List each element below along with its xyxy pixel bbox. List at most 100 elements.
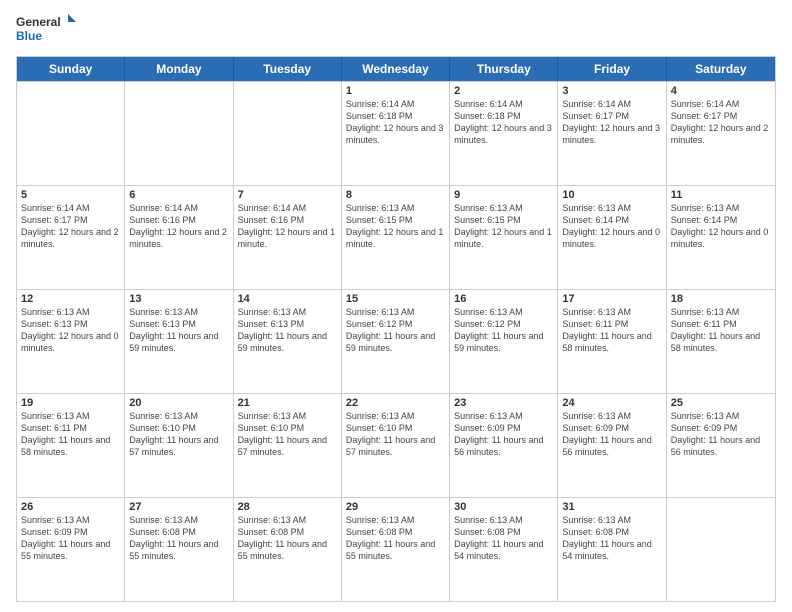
calendar-day-30: 30Sunrise: 6:13 AM Sunset: 6:08 PM Dayli… — [450, 498, 558, 601]
calendar-day-15: 15Sunrise: 6:13 AM Sunset: 6:12 PM Dayli… — [342, 290, 450, 393]
day-number: 28 — [238, 501, 337, 513]
day-info: Sunrise: 6:13 AM Sunset: 6:11 PM Dayligh… — [562, 306, 661, 355]
day-info: Sunrise: 6:13 AM Sunset: 6:10 PM Dayligh… — [238, 410, 337, 459]
day-number: 24 — [562, 397, 661, 409]
day-number: 31 — [562, 501, 661, 513]
day-info: Sunrise: 6:13 AM Sunset: 6:08 PM Dayligh… — [454, 514, 553, 563]
day-info: Sunrise: 6:13 AM Sunset: 6:08 PM Dayligh… — [129, 514, 228, 563]
day-info: Sunrise: 6:13 AM Sunset: 6:09 PM Dayligh… — [454, 410, 553, 459]
day-header-monday: Monday — [125, 57, 233, 81]
svg-text:General: General — [16, 15, 61, 29]
day-info: Sunrise: 6:14 AM Sunset: 6:17 PM Dayligh… — [671, 98, 771, 147]
day-info: Sunrise: 6:13 AM Sunset: 6:12 PM Dayligh… — [454, 306, 553, 355]
day-header-saturday: Saturday — [667, 57, 775, 81]
calendar-day-23: 23Sunrise: 6:13 AM Sunset: 6:09 PM Dayli… — [450, 394, 558, 497]
day-info: Sunrise: 6:13 AM Sunset: 6:14 PM Dayligh… — [562, 202, 661, 251]
day-number: 17 — [562, 293, 661, 305]
calendar-day-28: 28Sunrise: 6:13 AM Sunset: 6:08 PM Dayli… — [234, 498, 342, 601]
calendar-day-3: 3Sunrise: 6:14 AM Sunset: 6:17 PM Daylig… — [558, 82, 666, 185]
calendar-day-17: 17Sunrise: 6:13 AM Sunset: 6:11 PM Dayli… — [558, 290, 666, 393]
day-number: 29 — [346, 501, 445, 513]
calendar-day-13: 13Sunrise: 6:13 AM Sunset: 6:13 PM Dayli… — [125, 290, 233, 393]
day-number: 27 — [129, 501, 228, 513]
day-info: Sunrise: 6:13 AM Sunset: 6:10 PM Dayligh… — [346, 410, 445, 459]
day-info: Sunrise: 6:13 AM Sunset: 6:13 PM Dayligh… — [21, 306, 120, 355]
day-info: Sunrise: 6:14 AM Sunset: 6:17 PM Dayligh… — [562, 98, 661, 147]
day-number: 26 — [21, 501, 120, 513]
day-info: Sunrise: 6:13 AM Sunset: 6:08 PM Dayligh… — [346, 514, 445, 563]
day-info: Sunrise: 6:14 AM Sunset: 6:18 PM Dayligh… — [454, 98, 553, 147]
day-number: 1 — [346, 85, 445, 97]
day-info: Sunrise: 6:13 AM Sunset: 6:15 PM Dayligh… — [454, 202, 553, 251]
logo-svg: General Blue — [16, 10, 76, 50]
day-info: Sunrise: 6:14 AM Sunset: 6:17 PM Dayligh… — [21, 202, 120, 251]
calendar-day-5: 5Sunrise: 6:14 AM Sunset: 6:17 PM Daylig… — [17, 186, 125, 289]
day-info: Sunrise: 6:13 AM Sunset: 6:11 PM Dayligh… — [21, 410, 120, 459]
day-info: Sunrise: 6:13 AM Sunset: 6:14 PM Dayligh… — [671, 202, 771, 251]
calendar-day-9: 9Sunrise: 6:13 AM Sunset: 6:15 PM Daylig… — [450, 186, 558, 289]
calendar-day-2: 2Sunrise: 6:14 AM Sunset: 6:18 PM Daylig… — [450, 82, 558, 185]
calendar-empty-cell — [125, 82, 233, 185]
calendar-day-26: 26Sunrise: 6:13 AM Sunset: 6:09 PM Dayli… — [17, 498, 125, 601]
day-number: 2 — [454, 85, 553, 97]
logo: General Blue — [16, 10, 76, 50]
calendar-day-6: 6Sunrise: 6:14 AM Sunset: 6:16 PM Daylig… — [125, 186, 233, 289]
calendar-day-24: 24Sunrise: 6:13 AM Sunset: 6:09 PM Dayli… — [558, 394, 666, 497]
calendar-day-27: 27Sunrise: 6:13 AM Sunset: 6:08 PM Dayli… — [125, 498, 233, 601]
day-info: Sunrise: 6:13 AM Sunset: 6:13 PM Dayligh… — [129, 306, 228, 355]
calendar-day-18: 18Sunrise: 6:13 AM Sunset: 6:11 PM Dayli… — [667, 290, 775, 393]
day-number: 8 — [346, 189, 445, 201]
day-number: 19 — [21, 397, 120, 409]
calendar-day-31: 31Sunrise: 6:13 AM Sunset: 6:08 PM Dayli… — [558, 498, 666, 601]
day-number: 4 — [671, 85, 771, 97]
day-number: 21 — [238, 397, 337, 409]
calendar-day-22: 22Sunrise: 6:13 AM Sunset: 6:10 PM Dayli… — [342, 394, 450, 497]
calendar-body: 1 Sunrise: 6:14 AM Sunset: 6:18 PM Daylig… — [17, 81, 775, 601]
day-number: 11 — [671, 189, 771, 201]
day-number: 5 — [21, 189, 120, 201]
day-number: 15 — [346, 293, 445, 305]
day-header-friday: Friday — [558, 57, 666, 81]
day-info: Sunrise: 6:13 AM Sunset: 6:08 PM Dayligh… — [562, 514, 661, 563]
day-number: 9 — [454, 189, 553, 201]
day-info: Sunrise: 6:14 AM Sunset: 6:16 PM Dayligh… — [238, 202, 337, 251]
day-number: 16 — [454, 293, 553, 305]
day-header-sunday: Sunday — [17, 57, 125, 81]
calendar: SundayMondayTuesdayWednesdayThursdayFrid… — [16, 56, 776, 602]
calendar-day-11: 11Sunrise: 6:13 AM Sunset: 6:14 PM Dayli… — [667, 186, 775, 289]
svg-text:Blue: Blue — [16, 29, 42, 43]
day-header-wednesday: Wednesday — [342, 57, 450, 81]
day-info: Sunrise: 6:13 AM Sunset: 6:09 PM Dayligh… — [671, 410, 771, 459]
day-number: 12 — [21, 293, 120, 305]
day-info: Sunrise: 6:13 AM Sunset: 6:10 PM Dayligh… — [129, 410, 228, 459]
day-number: 10 — [562, 189, 661, 201]
calendar-day-21: 21Sunrise: 6:13 AM Sunset: 6:10 PM Dayli… — [234, 394, 342, 497]
day-number: 7 — [238, 189, 337, 201]
calendar-empty-cell — [234, 82, 342, 185]
calendar-day-19: 19Sunrise: 6:13 AM Sunset: 6:11 PM Dayli… — [17, 394, 125, 497]
day-info: Sunrise: 6:13 AM Sunset: 6:09 PM Dayligh… — [21, 514, 120, 563]
day-number: 25 — [671, 397, 771, 409]
day-number: 14 — [238, 293, 337, 305]
day-number: 30 — [454, 501, 553, 513]
day-header-thursday: Thursday — [450, 57, 558, 81]
calendar-day-14: 14Sunrise: 6:13 AM Sunset: 6:13 PM Dayli… — [234, 290, 342, 393]
day-info: Sunrise: 6:13 AM Sunset: 6:12 PM Dayligh… — [346, 306, 445, 355]
calendar-day-29: 29Sunrise: 6:13 AM Sunset: 6:08 PM Dayli… — [342, 498, 450, 601]
calendar-day-10: 10Sunrise: 6:13 AM Sunset: 6:14 PM Dayli… — [558, 186, 666, 289]
day-number: 3 — [562, 85, 661, 97]
day-number: 23 — [454, 397, 553, 409]
calendar-day-7: 7Sunrise: 6:14 AM Sunset: 6:16 PM Daylig… — [234, 186, 342, 289]
calendar-week-4: 19Sunrise: 6:13 AM Sunset: 6:11 PM Dayli… — [17, 393, 775, 497]
calendar-day-20: 20Sunrise: 6:13 AM Sunset: 6:10 PM Dayli… — [125, 394, 233, 497]
calendar-week-2: 5Sunrise: 6:14 AM Sunset: 6:17 PM Daylig… — [17, 185, 775, 289]
calendar-day-1: 1Sunrise: 6:14 AM Sunset: 6:18 PM Daylig… — [342, 82, 450, 185]
day-number: 20 — [129, 397, 228, 409]
day-number: 13 — [129, 293, 228, 305]
calendar-day-4: 4Sunrise: 6:14 AM Sunset: 6:17 PM Daylig… — [667, 82, 775, 185]
calendar-empty-cell — [667, 498, 775, 601]
day-number: 22 — [346, 397, 445, 409]
day-number: 18 — [671, 293, 771, 305]
day-header-tuesday: Tuesday — [234, 57, 342, 81]
day-info: Sunrise: 6:13 AM Sunset: 6:09 PM Dayligh… — [562, 410, 661, 459]
